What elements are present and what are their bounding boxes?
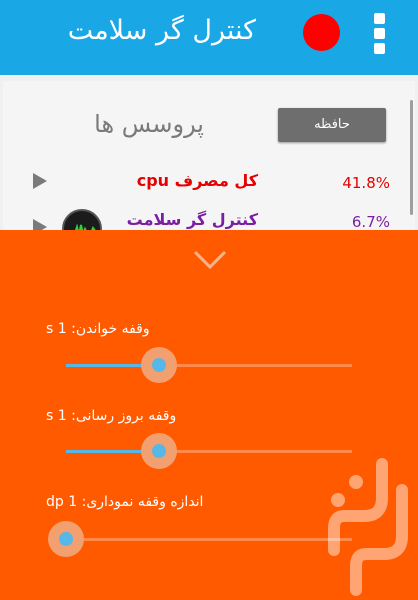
row-label-app: کنترل گر سلامت <box>126 210 258 229</box>
update-interval-slider-thumb[interactable] <box>141 433 177 469</box>
overflow-menu-icon[interactable] <box>370 12 390 56</box>
read-interval-label: وقفه خواندن: 1 s <box>46 321 150 337</box>
chevron-down-icon[interactable] <box>192 248 228 272</box>
row-percent-total-cpu: 41.8% <box>342 174 390 192</box>
graph-interval-slider-thumb[interactable] <box>48 521 84 557</box>
read-interval-slider-thumb[interactable] <box>141 347 177 383</box>
graph-interval-slider-track[interactable] <box>66 538 352 541</box>
expand-arrow-icon[interactable] <box>33 173 47 189</box>
graph-interval-size-label: اندازه وقفه نموداری: 1 dp <box>46 494 204 510</box>
card-scrollbar[interactable] <box>410 100 413 215</box>
memory-button[interactable]: حافظه <box>278 108 386 142</box>
record-icon[interactable] <box>303 14 340 51</box>
app-bar: کنترل گر سلامت <box>0 0 418 75</box>
row-label-total-cpu: کل مصرف cpu <box>136 171 258 190</box>
process-list-title: پروسس ها <box>94 110 204 138</box>
bazaar-logo-icon <box>328 458 408 596</box>
app-title: کنترل گر سلامت <box>67 15 256 46</box>
update-interval-label: وقفه بروز رسانی: 1 s <box>46 408 177 424</box>
